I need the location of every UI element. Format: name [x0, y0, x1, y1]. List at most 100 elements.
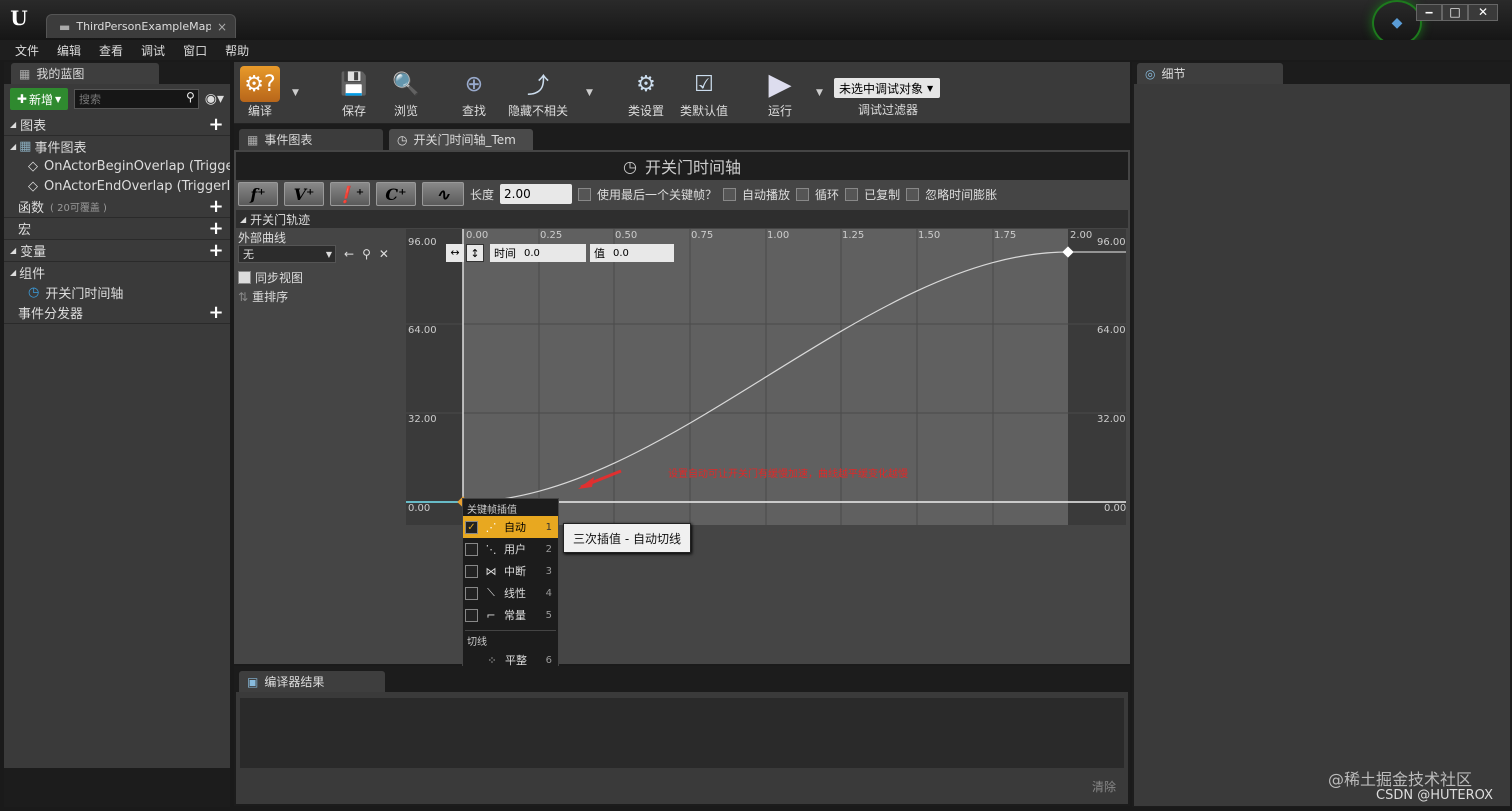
- external-curve-select[interactable]: 无 ▼: [238, 245, 336, 263]
- add-vector-track-icon[interactable]: V⁺: [284, 182, 324, 206]
- search-icon[interactable]: ⚲: [362, 247, 371, 261]
- add-dispatcher-icon[interactable]: +: [208, 304, 224, 322]
- close-icon[interactable]: ×: [217, 20, 227, 34]
- plus-icon: ✚: [16, 92, 27, 106]
- search-icon[interactable]: ⚲: [186, 90, 195, 104]
- x-tick: 1.00: [767, 230, 790, 241]
- menu-help[interactable]: 帮助: [216, 42, 258, 59]
- clear-icon[interactable]: ✕: [379, 247, 389, 261]
- add-float-track-icon[interactable]: f⁺: [238, 182, 278, 206]
- add-variable-icon[interactable]: +: [208, 242, 224, 260]
- track-header[interactable]: ◢ 开关门轨迹: [236, 210, 1128, 228]
- tab-event-graph[interactable]: ▦ 事件图表: [238, 128, 384, 150]
- tree-components[interactable]: ◢ 组件: [4, 262, 230, 282]
- menu-view[interactable]: 查看: [90, 42, 132, 59]
- close-button[interactable]: ✕: [1468, 4, 1498, 21]
- save-button[interactable]: 💾 保存: [334, 66, 374, 119]
- tree-event-end-overlap[interactable]: ◇ OnActorEndOverlap (TriggerI: [4, 176, 230, 196]
- time-field[interactable]: 时间 0.0: [490, 244, 586, 262]
- maximize-button[interactable]: □: [1442, 4, 1468, 21]
- add-event-track-icon[interactable]: ❗⁺: [330, 182, 370, 206]
- tab-my-blueprint[interactable]: ▦ 我的蓝图: [10, 62, 160, 84]
- tree-event-graph[interactable]: ◢ ▦ 事件图表: [4, 136, 230, 156]
- tab-details[interactable]: ◎ 细节: [1136, 62, 1284, 84]
- tab-compiler-results[interactable]: ▣ 编译器结果: [238, 670, 386, 692]
- tree-event-begin-overlap[interactable]: ◇ OnActorBeginOverlap (Trigge: [4, 156, 230, 176]
- zoom-vertical-icon[interactable]: ↕: [466, 244, 484, 262]
- section-dispatchers[interactable]: 事件分发器 +: [4, 302, 230, 324]
- hide-options-chevron-icon[interactable]: ▼: [586, 88, 593, 98]
- menu-file[interactable]: 文件: [6, 42, 48, 59]
- menu-shortcut: 3: [545, 565, 552, 577]
- section-graphs[interactable]: ◢ 图表 +: [4, 114, 230, 136]
- ignore-dilation-checkbox[interactable]: [906, 187, 920, 201]
- autoplay-checkbox[interactable]: [723, 187, 737, 201]
- sync-view-checkbox[interactable]: [238, 271, 251, 284]
- tree-components-label: 组件: [19, 266, 46, 282]
- find-button[interactable]: ⊕ 查找: [454, 66, 494, 119]
- section-functions[interactable]: 函数 ( 20可覆盖 ) +: [4, 196, 230, 218]
- hide-unrelated-button[interactable]: ⤴ 隐藏不相关: [506, 66, 570, 119]
- add-new-label: 新增: [28, 92, 53, 107]
- hide-unrelated-label: 隐藏不相关: [507, 104, 568, 118]
- clear-button[interactable]: 清除: [1092, 778, 1116, 795]
- arrow-left-icon[interactable]: ←: [344, 247, 354, 261]
- menu-item-break[interactable]: ⋈ 中断 3: [463, 560, 558, 582]
- run-options-chevron-icon[interactable]: ▼: [816, 88, 823, 98]
- add-function-icon[interactable]: +: [208, 198, 224, 216]
- menu-item-user[interactable]: ⋱ 用户 2: [463, 538, 558, 560]
- x-tick: 2.00: [1070, 230, 1093, 241]
- unreal-logo-icon: U: [10, 6, 28, 30]
- tab-timeline[interactable]: ◷ 开关门时间轴_Tem: [388, 128, 534, 150]
- document-tab[interactable]: ▬ ThirdPersonExampleMap ×: [46, 14, 236, 38]
- my-blueprint-panel: ▦ 我的蓝图 ✚ 新增 ▼ 搜索 ⚲ ◉▾ ◢ 图表 + ◢ ▦ 事件图表 ◇ OnActor…: [4, 62, 230, 807]
- value-field[interactable]: 值 0.0: [590, 244, 674, 262]
- compile-button[interactable]: ⚙? 编译: [240, 66, 280, 119]
- y-tick-left: 0.00: [408, 503, 431, 514]
- menu-shortcut: 2: [545, 543, 552, 555]
- menu-item-constant[interactable]: ⌐ 常量 5: [463, 604, 558, 626]
- search-placeholder: 搜索: [79, 93, 101, 106]
- document-tab-title: ThirdPersonExampleMap: [76, 20, 211, 33]
- chevron-down-icon: ▼: [927, 83, 934, 93]
- reorder-arrows-icon[interactable]: ⇅: [238, 290, 248, 304]
- zoom-horizontal-icon[interactable]: ↔: [446, 244, 464, 262]
- minimize-button[interactable]: ‒: [1416, 4, 1442, 21]
- add-new-button[interactable]: ✚ 新增 ▼: [10, 88, 68, 110]
- browse-label: 浏览: [393, 104, 418, 118]
- loop-checkbox[interactable]: [796, 187, 810, 201]
- replicated-checkbox[interactable]: [845, 187, 859, 201]
- curve-graph[interactable]: 0.00 0.25 0.50 0.75 1.00 1.25 1.50 1.75 …: [406, 229, 1126, 525]
- menu-shortcut: 1: [545, 521, 552, 533]
- add-external-curve-icon[interactable]: ∿: [422, 182, 464, 206]
- debug-object-select[interactable]: 未选中调试对象 ▼: [834, 78, 940, 98]
- annotation-text: 设置自动可让开关门有缓慢加速，曲线越平缓变化越慢: [668, 469, 908, 480]
- binoculars-icon: ⊕: [464, 71, 484, 97]
- section-macros[interactable]: 宏 +: [4, 218, 230, 240]
- browse-button[interactable]: 🔍 浏览: [386, 66, 426, 119]
- add-graph-icon[interactable]: +: [208, 116, 224, 134]
- event-diamond-icon: ◇: [28, 178, 38, 194]
- menu-debug[interactable]: 调试: [132, 42, 174, 59]
- menu-window[interactable]: 窗口: [174, 42, 216, 59]
- eye-icon[interactable]: ◉▾: [205, 91, 224, 107]
- add-color-track-icon[interactable]: C⁺: [376, 182, 416, 206]
- tab-event-graph-label: 事件图表: [264, 133, 313, 147]
- run-button[interactable]: ▶ 运行: [760, 66, 800, 119]
- class-defaults-button[interactable]: ☑ 类默认值: [680, 66, 728, 119]
- add-macro-icon[interactable]: +: [208, 220, 224, 238]
- menu-item-linear[interactable]: ⟍ 线性 4: [463, 582, 558, 604]
- compile-options-chevron-icon[interactable]: ▼: [292, 88, 299, 98]
- section-variables[interactable]: ◢ 变量 +: [4, 240, 230, 262]
- use-last-keyframe-checkbox[interactable]: [578, 187, 592, 201]
- y-tick-left: 96.00: [408, 237, 437, 248]
- length-input[interactable]: 2.00: [500, 184, 573, 204]
- menu-edit[interactable]: 编辑: [48, 42, 90, 59]
- class-settings-icon: ⚙: [636, 71, 656, 97]
- menu-item-auto[interactable]: ✓ ⋰ 自动 1: [463, 516, 558, 538]
- search-input[interactable]: 搜索 ⚲: [74, 89, 199, 109]
- x-tick: 0.50: [615, 230, 638, 241]
- watermark-csdn: CSDN @HUTEROX: [1376, 788, 1493, 803]
- tree-timeline-component[interactable]: ◷ 开关门时间轴: [4, 282, 230, 302]
- class-settings-button[interactable]: ⚙ 类设置: [626, 66, 666, 119]
